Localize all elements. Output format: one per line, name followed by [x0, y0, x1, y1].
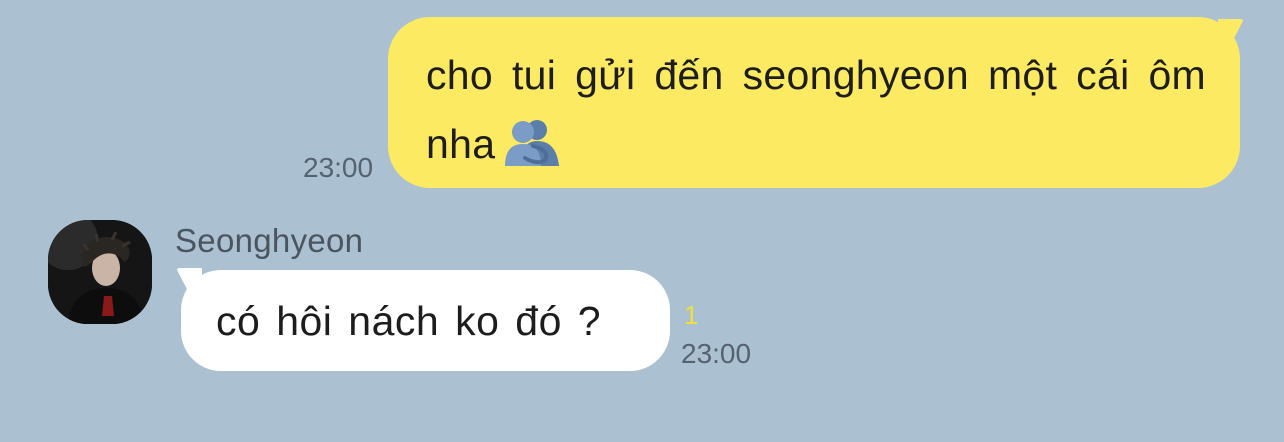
- sender-name: Seonghyeon: [175, 222, 364, 259]
- outgoing-bubble[interactable]: cho tui gửi đến seonghyeon một cái ôm nh…: [388, 17, 1240, 188]
- message-timestamp: 23:00: [303, 152, 374, 183]
- message-timestamp: 23:00: [681, 338, 752, 369]
- unread-count: 1: [684, 300, 699, 330]
- avatar[interactable]: [48, 220, 152, 324]
- chat-view: cho tui gửi đến seonghyeon một cái ôm nh…: [0, 0, 1284, 442]
- people-hugging-icon: [503, 116, 561, 166]
- incoming-bubble[interactable]: có hôi nách ko đó ?: [181, 270, 670, 371]
- incoming-message[interactable]: có hôi nách ko đó ?: [176, 268, 670, 371]
- incoming-message-text: có hôi nách ko đó ?: [216, 298, 602, 344]
- outgoing-message[interactable]: cho tui gửi đến seonghyeon một cái ôm nh…: [388, 17, 1244, 188]
- outgoing-message-text: cho tui gửi đến seonghyeon một cái ôm nh…: [426, 52, 1206, 167]
